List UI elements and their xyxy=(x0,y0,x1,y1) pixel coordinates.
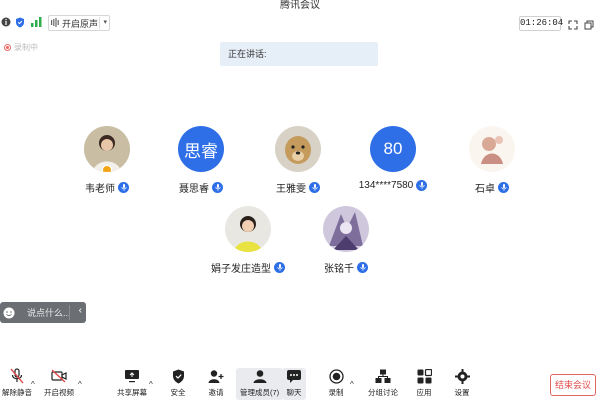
info-icon[interactable] xyxy=(0,16,12,28)
gear-icon xyxy=(454,368,470,384)
avatar xyxy=(469,126,515,172)
breakout-label: 分组讨论 xyxy=(368,388,398,397)
members-label: 管理成员(7) xyxy=(240,388,280,397)
participant-tile[interactable]: 思睿 聂思睿 xyxy=(151,126,251,195)
participant-tile[interactable]: 80 134****7580 xyxy=(343,126,443,191)
original-sound-button[interactable]: 开启原声 ▾ xyxy=(48,15,110,31)
avatar-initials: 思睿 xyxy=(184,141,218,161)
avatar: 思睿 xyxy=(178,126,224,172)
meeting-timer: 01:26:04 xyxy=(519,16,563,31)
invite-label: 邀请 xyxy=(208,388,224,397)
chat-input[interactable]: 说点什么... ‹ xyxy=(0,302,86,323)
screen-share-icon xyxy=(124,368,140,384)
emoji-icon[interactable] xyxy=(3,307,15,319)
window-title: 腾讯会议 xyxy=(280,0,320,11)
record-label: 录制 xyxy=(328,388,344,397)
start-video-button[interactable]: 开启视频 xyxy=(44,368,74,400)
sound-button-label: 开启原声 xyxy=(62,18,99,29)
mic-muted-icon xyxy=(9,368,25,384)
avatar xyxy=(225,206,271,252)
apps-label: 应用 xyxy=(416,388,432,397)
record-button[interactable]: 录制 xyxy=(328,368,344,400)
chevron-up-icon[interactable]: ^ xyxy=(350,380,354,389)
speaking-banner: 正在讲话: xyxy=(220,42,378,66)
add-user-icon xyxy=(208,368,224,384)
mic-icon xyxy=(416,180,428,191)
avatar xyxy=(323,206,369,252)
participant-tile[interactable]: 王雅雯 xyxy=(248,126,348,195)
manage-members-button[interactable]: 管理成员(7) xyxy=(236,368,284,400)
participant-name: 王雅雯 xyxy=(276,184,306,195)
mic-icon xyxy=(357,262,368,273)
apps-button[interactable]: 应用 xyxy=(416,368,432,400)
breakout-icon xyxy=(375,368,391,384)
top-bar: 腾讯会议 开启原声 ▾ 01:26:04 xyxy=(0,0,600,34)
settings-label: 设置 xyxy=(454,388,470,397)
participant-name: 张铭千 xyxy=(324,264,354,275)
participant-tile[interactable]: 石卓 xyxy=(442,126,542,195)
chevron-up-icon[interactable]: ^ xyxy=(31,380,35,389)
unmute-label: 解除静音 xyxy=(2,388,32,397)
avatar xyxy=(275,126,321,172)
avatar: 80 xyxy=(370,126,416,172)
record-icon xyxy=(328,368,344,384)
participant-name: 石卓 xyxy=(475,184,495,195)
chevron-up-icon[interactable]: ^ xyxy=(78,380,82,389)
participant-tile[interactable]: 张铭千 xyxy=(296,206,396,275)
chat-button[interactable]: 聊天 xyxy=(282,368,306,400)
participant-name: 聂思睿 xyxy=(179,184,209,195)
mic-icon xyxy=(309,182,320,193)
settings-button[interactable]: 设置 xyxy=(454,368,470,400)
share-label: 共享屏幕 xyxy=(117,388,147,397)
security-button[interactable]: 安全 xyxy=(170,368,186,400)
invite-button[interactable]: 邀请 xyxy=(208,368,224,400)
participant-name: 134****7580 xyxy=(358,180,414,191)
window-restore-icon[interactable] xyxy=(584,17,596,30)
camera-off-icon xyxy=(51,368,67,384)
host-crown-icon xyxy=(102,165,112,172)
participant-tile[interactable]: 韦老师 xyxy=(57,126,157,195)
unmute-button[interactable]: 解除静音 xyxy=(2,368,32,400)
avatar-initials: 80 xyxy=(383,139,403,158)
bottom-toolbar: 解除静音 ^ 开启视频 ^ 共享屏幕 ^ 安全 邀请 管理成员(7) 聊天 录制… xyxy=(0,366,600,400)
chat-placeholder: 说点什么... xyxy=(27,308,71,318)
shield-icon[interactable] xyxy=(14,16,26,28)
participant-tile[interactable]: 娟子发庄造型 xyxy=(198,206,298,275)
sound-icon xyxy=(49,17,61,29)
fullscreen-icon[interactable] xyxy=(568,17,580,30)
avatar xyxy=(84,126,130,172)
chevron-up-icon[interactable]: ^ xyxy=(149,380,153,389)
mic-icon xyxy=(118,182,129,193)
share-screen-button[interactable]: 共享屏幕 xyxy=(117,368,147,400)
security-label: 安全 xyxy=(170,388,186,397)
mic-icon xyxy=(274,262,285,273)
apps-grid-icon xyxy=(416,368,432,384)
breakout-rooms-button[interactable]: 分组讨论 xyxy=(368,368,398,400)
mic-icon xyxy=(212,182,223,193)
participant-name: 韦老师 xyxy=(85,184,115,195)
video-label: 开启视频 xyxy=(44,388,74,397)
signal-icon[interactable] xyxy=(30,16,42,28)
recording-label: 录制中 xyxy=(14,43,38,52)
chat-bubble-icon xyxy=(286,368,302,384)
record-dot-icon xyxy=(4,44,11,51)
chevron-down-icon[interactable]: ▾ xyxy=(99,17,107,29)
participant-name: 娟子发庄造型 xyxy=(211,264,271,275)
chat-label: 聊天 xyxy=(286,388,302,397)
end-meeting-button[interactable]: 结束会议 xyxy=(550,374,596,396)
recording-indicator: 录制中 xyxy=(4,42,38,53)
chevron-left-icon[interactable]: ‹ xyxy=(79,305,82,316)
mic-icon xyxy=(498,182,509,193)
members-icon xyxy=(252,368,268,384)
shield-icon xyxy=(170,368,186,384)
